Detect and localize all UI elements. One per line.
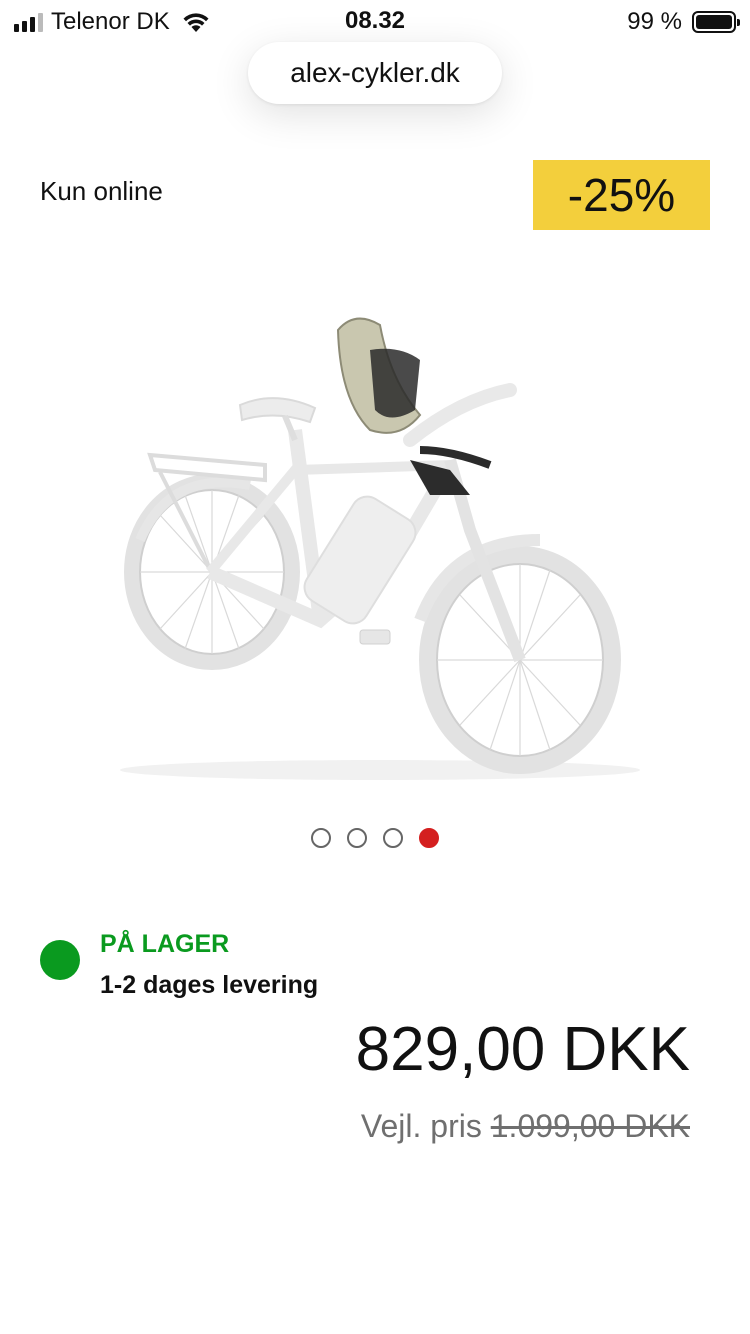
carousel-indicator (0, 828, 750, 848)
recommended-price: Vejl. pris 1.099,00 DKK (361, 1108, 690, 1145)
stock-status: PÅ LAGER (100, 930, 230, 958)
status-bar: Telenor DK 08.32 99 % (0, 0, 750, 44)
battery-percentage: 99 % (627, 8, 682, 35)
delivery-time: 1-2 dages levering (100, 971, 319, 999)
online-only-badge: Kun online (40, 176, 163, 206)
carousel-dot[interactable] (311, 828, 331, 848)
carousel-dot[interactable] (347, 828, 367, 848)
rrp-label: Vejl. pris (360, 1108, 482, 1144)
battery-fill (696, 15, 732, 29)
battery-icon (692, 11, 740, 33)
carousel-dot[interactable] (383, 828, 403, 848)
stock-status-icon (40, 940, 80, 980)
status-right: 99 % (627, 8, 740, 36)
product-price: 829,00 DKK (355, 1015, 690, 1084)
bicycle-with-child-seat-image[interactable] (70, 290, 680, 790)
product-page: Telenor DK 08.32 99 % alex-cykler.dk Kun… (0, 0, 750, 1334)
carousel-dot-active[interactable] (419, 828, 439, 848)
url-bar[interactable]: alex-cykler.dk (248, 42, 502, 104)
rrp-value: 1.099,00 DKK (490, 1108, 690, 1144)
discount-badge: -25% (533, 160, 710, 230)
